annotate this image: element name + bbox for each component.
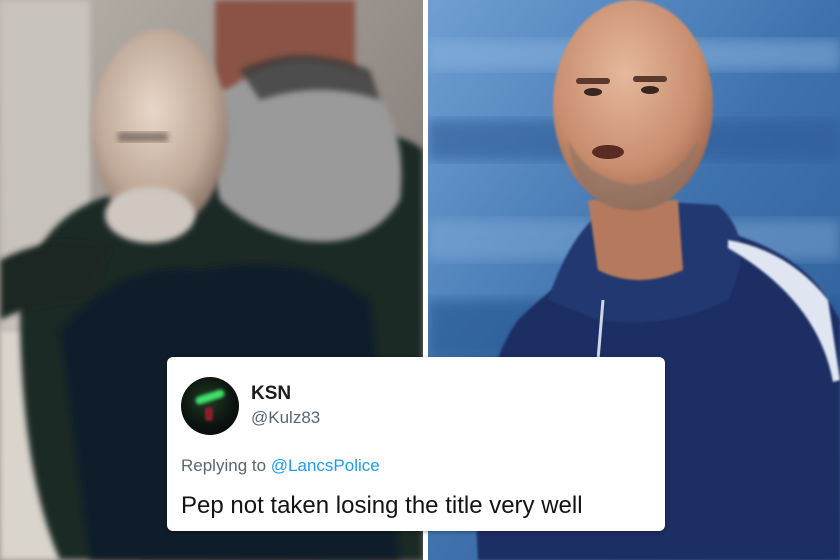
- user-avatar[interactable]: [181, 377, 239, 435]
- user-block: KSN @Kulz83: [251, 383, 320, 429]
- replying-to-label: Replying to: [181, 456, 267, 475]
- user-handle[interactable]: @Kulz83: [251, 407, 320, 429]
- tweet-header: KSN @Kulz83: [181, 367, 649, 445]
- user-display-name[interactable]: KSN: [251, 383, 320, 405]
- replying-to-mention[interactable]: @LancsPolice: [271, 456, 380, 475]
- replying-to-line: Replying to @LancsPolice: [181, 455, 649, 477]
- tweet-text: Pep not taken losing the title very well: [181, 492, 583, 519]
- tweet-card[interactable]: KSN @Kulz83 Replying to @LancsPolice Pep…: [167, 357, 665, 531]
